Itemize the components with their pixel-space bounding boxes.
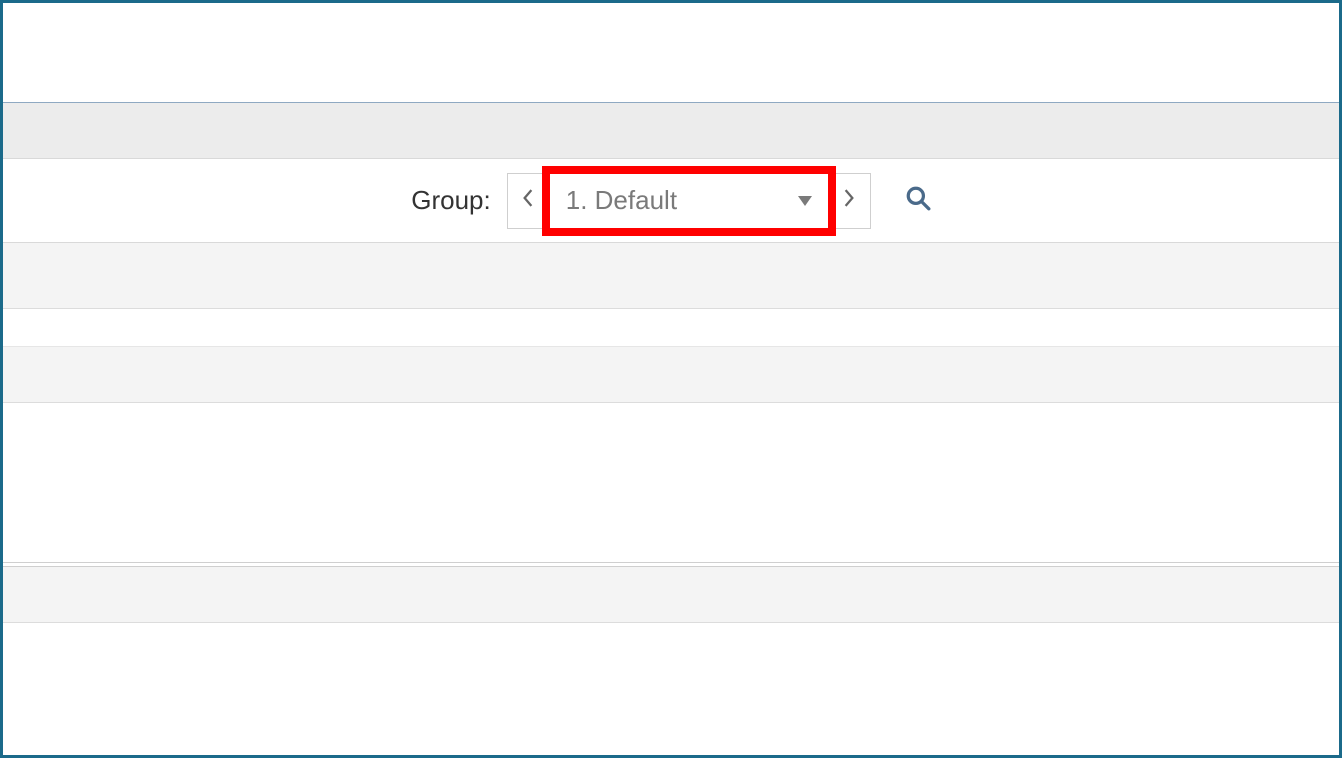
content-area bbox=[3, 403, 1339, 563]
content-band-3 bbox=[3, 567, 1339, 623]
title-area bbox=[3, 3, 1339, 103]
group-next-button[interactable] bbox=[829, 173, 871, 229]
search-icon bbox=[905, 185, 931, 216]
search-button[interactable] bbox=[905, 185, 931, 216]
group-stepper: 1. Default bbox=[507, 173, 871, 229]
group-select[interactable]: 1. Default bbox=[549, 173, 829, 229]
group-select-value: 1. Default bbox=[566, 185, 677, 216]
group-prev-button[interactable] bbox=[507, 173, 549, 229]
content-gap-1 bbox=[3, 309, 1339, 347]
app-frame: Group: 1. Default bbox=[0, 0, 1342, 758]
chevron-right-icon bbox=[842, 189, 856, 212]
group-selector-row: Group: 1. Default bbox=[3, 159, 1339, 243]
chevron-down-icon bbox=[798, 196, 812, 206]
chevron-left-icon bbox=[521, 189, 535, 212]
header-band bbox=[3, 103, 1339, 159]
group-label: Group: bbox=[411, 185, 491, 216]
content-band-1 bbox=[3, 243, 1339, 309]
content-band-2 bbox=[3, 347, 1339, 403]
